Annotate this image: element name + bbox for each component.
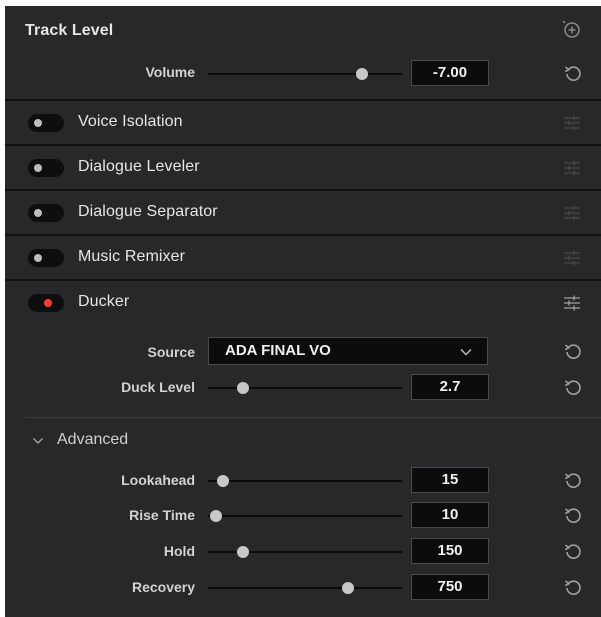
advanced-param-slider[interactable] <box>208 474 402 488</box>
effect-row-dialogue-leveler: Dialogue Leveler <box>5 146 601 189</box>
volume-slider[interactable] <box>208 67 402 81</box>
music-remixer-label: Music Remixer <box>78 248 186 265</box>
advanced-param-slider-thumb[interactable] <box>210 510 222 522</box>
track-level-section: Track Level Volume -7.00 <box>5 6 601 99</box>
track-level-title: Track Level <box>25 22 114 39</box>
advanced-param-value-field[interactable]: 150 <box>411 538 489 564</box>
effect-row-music-remixer: Music Remixer <box>5 236 601 279</box>
effect-section-ducker: Ducker Source ADA FINAL VO Duck Level 2.… <box>5 281 601 617</box>
advanced-param-slider-track <box>208 480 402 482</box>
advanced-param-slider-track <box>208 587 402 589</box>
advanced-param-slider[interactable] <box>208 581 402 595</box>
dialogue-leveler-label: Dialogue Leveler <box>78 158 200 175</box>
advanced-param-label: Rise Time <box>129 507 195 523</box>
volume-value-field[interactable]: -7.00 <box>411 60 489 86</box>
advanced-param-value-field[interactable]: 15 <box>411 467 489 493</box>
advanced-toggle-label[interactable]: Advanced <box>57 431 128 449</box>
sliders-icon[interactable] <box>562 203 582 223</box>
toggle-knob <box>34 119 42 127</box>
dialogue-separator-toggle[interactable] <box>28 204 64 222</box>
ducker-toggle[interactable] <box>28 294 64 312</box>
source-label: Source <box>147 344 195 360</box>
effect-row-dialogue-separator: Dialogue Separator <box>5 191 601 234</box>
advanced-param-slider-thumb[interactable] <box>341 582 354 594</box>
advanced-param-label: Lookahead <box>121 472 195 488</box>
source-dropdown[interactable]: ADA FINAL VO <box>208 337 488 365</box>
ducker-label: Ducker <box>78 293 130 310</box>
duck-level-label: Duck Level <box>121 379 195 395</box>
advanced-divider <box>25 417 601 418</box>
toggle-knob <box>34 164 42 172</box>
sliders-icon[interactable] <box>562 113 582 133</box>
duck-level-slider[interactable] <box>208 381 402 395</box>
volume-label: Volume <box>145 64 195 80</box>
reset-icon[interactable] <box>562 376 584 398</box>
toggle-knob <box>34 209 42 217</box>
advanced-param-value-field[interactable]: 10 <box>411 502 489 528</box>
sliders-icon[interactable] <box>562 248 582 268</box>
reset-icon[interactable] <box>562 504 584 526</box>
advanced-param-label: Hold <box>163 543 195 559</box>
reset-icon[interactable] <box>562 62 584 84</box>
sliders-icon[interactable] <box>562 158 582 178</box>
advanced-param-slider[interactable] <box>208 545 402 559</box>
toggle-knob <box>44 299 52 307</box>
voice-isolation-label: Voice Isolation <box>78 113 183 130</box>
reset-icon[interactable] <box>562 576 584 598</box>
audio-panel: Track Level Volume -7.00 Voice Isolation… <box>5 6 601 617</box>
advanced-param-slider-thumb[interactable] <box>236 546 249 558</box>
advanced-param-label: Recovery <box>131 579 195 595</box>
voice-isolation-toggle[interactable] <box>28 114 64 132</box>
music-remixer-toggle[interactable] <box>28 249 64 267</box>
duck-level-slider-thumb[interactable] <box>236 382 249 394</box>
advanced-param-value-field[interactable]: 750 <box>411 574 489 600</box>
dialogue-leveler-toggle[interactable] <box>28 159 64 177</box>
dialogue-separator-label: Dialogue Separator <box>78 203 218 220</box>
reset-icon[interactable] <box>562 469 584 491</box>
advanced-param-slider-track <box>208 515 402 517</box>
reset-icon[interactable] <box>562 540 584 562</box>
duck-level-value-field[interactable]: 2.7 <box>411 374 489 400</box>
effect-row-voice-isolation: Voice Isolation <box>5 101 601 144</box>
reset-icon[interactable] <box>562 340 584 362</box>
source-dropdown-value: ADA FINAL VO <box>225 342 331 359</box>
chevron-down-icon <box>460 348 472 356</box>
advanced-param-slider-thumb[interactable] <box>217 475 230 487</box>
sliders-icon[interactable] <box>562 293 582 313</box>
volume-slider-track <box>208 73 402 75</box>
toggle-knob <box>34 254 42 262</box>
add-circle-icon[interactable] <box>561 19 583 41</box>
advanced-param-slider[interactable] <box>208 509 402 523</box>
volume-slider-thumb[interactable] <box>355 68 368 80</box>
chevron-down-icon[interactable] <box>32 435 44 447</box>
